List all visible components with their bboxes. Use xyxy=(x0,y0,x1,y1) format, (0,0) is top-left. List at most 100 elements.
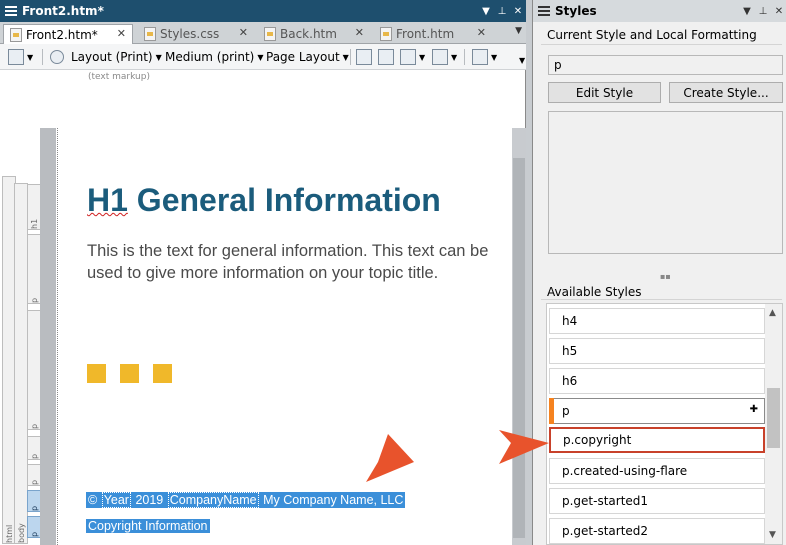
year-value: 2019 xyxy=(135,493,164,507)
structure-tag-p[interactable]: p xyxy=(27,234,41,304)
file-icon xyxy=(264,27,276,41)
available-styles-list[interactable]: h4 h5 h6 p ✚ p.copyright p.created-using-… xyxy=(546,303,783,545)
pin-icon[interactable]: ⊥ xyxy=(755,6,771,17)
toolbar-separator xyxy=(42,49,43,65)
current-style-label: Current Style and Local Formatting xyxy=(547,28,757,42)
tags-icon xyxy=(378,49,394,65)
pin-icon[interactable]: ✚ xyxy=(750,404,758,415)
available-styles-label: Available Styles xyxy=(547,285,642,299)
body-paragraph[interactable]: This is the text for general information… xyxy=(87,240,507,284)
toolbar-overflow-icon[interactable]: ▼ xyxy=(519,56,525,65)
decorative-square xyxy=(153,364,172,383)
zoom-button[interactable]: ▼ xyxy=(8,48,33,66)
callout-arrow-icon xyxy=(499,430,549,464)
tab-front[interactable]: Front.htm ✕ xyxy=(374,24,492,44)
menu-icon[interactable] xyxy=(0,0,22,22)
editor-title: Front2.htm* xyxy=(22,4,104,18)
layout-dropdown[interactable]: Layout (Print) ▼ xyxy=(50,48,162,66)
page-layout-label: Page Layout xyxy=(266,50,340,64)
structure-tag-body[interactable]: body xyxy=(14,183,28,544)
scrollbar-thumb[interactable] xyxy=(513,158,525,538)
close-icon[interactable]: ✕ xyxy=(510,6,526,17)
decorative-square xyxy=(120,364,139,383)
tab-label: Front.htm xyxy=(396,27,455,41)
show-tags-button[interactable] xyxy=(378,48,394,66)
page-view-button[interactable] xyxy=(356,48,372,66)
pin-icon[interactable]: ⊥ xyxy=(494,6,510,17)
copyright-info-text: Copyright Information xyxy=(88,519,208,533)
page-layout-dropdown[interactable]: Page Layout ▼ xyxy=(266,48,349,66)
toolbar-separator xyxy=(464,49,465,65)
editor-scrollbar[interactable] xyxy=(512,128,526,545)
heading-h1[interactable]: H1 General Information xyxy=(87,182,441,219)
copyright-footer-selected[interactable]: © Year 2019 CompanyName My Company Name,… xyxy=(86,492,406,508)
style-item-h6[interactable]: h6 xyxy=(549,368,765,394)
style-item-p-get-started2[interactable]: p.get-started2 xyxy=(549,518,765,544)
structure-tag-h1[interactable]: h1 xyxy=(27,184,41,230)
structure-tag-p[interactable]: p xyxy=(27,464,41,486)
current-style-field[interactable]: p xyxy=(548,55,783,75)
year-variable[interactable]: Year xyxy=(101,492,131,508)
style-item-p-current[interactable]: p ✚ xyxy=(549,398,765,424)
edit-style-button[interactable]: Edit Style xyxy=(548,82,661,103)
close-tab-icon[interactable]: ✕ xyxy=(239,26,248,39)
editor-toolbar: ▼ Layout (Print) ▼ Medium (print) ▼ Page L… xyxy=(0,44,526,70)
style-item-h4[interactable]: h4 xyxy=(549,308,765,334)
file-icon xyxy=(380,27,392,41)
close-tab-icon[interactable]: ✕ xyxy=(117,27,126,40)
structure-tag-p[interactable]: p xyxy=(27,436,41,460)
format-button[interactable]: ▼ xyxy=(472,48,497,66)
copyright-info-selected[interactable]: Copyright Information xyxy=(86,519,210,533)
style-item-p-created-using-flare[interactable]: p.created-using-flare xyxy=(549,458,765,484)
medium-label: Medium (print) xyxy=(165,50,255,64)
scrollbar-thumb[interactable] xyxy=(767,388,780,448)
tab-styles-css[interactable]: Styles.css ✕ xyxy=(138,24,254,44)
brush-icon xyxy=(50,50,64,64)
scroll-down-icon[interactable]: ▼ xyxy=(769,530,776,540)
dropdown-icon[interactable]: ▼ xyxy=(478,6,494,17)
styles-list-scrollbar[interactable]: ▲ ▼ xyxy=(765,304,782,544)
create-style-button[interactable]: Create Style... xyxy=(669,82,783,103)
image-icon xyxy=(400,49,416,65)
close-icon[interactable]: ✕ xyxy=(771,6,786,17)
splitter-grip-icon[interactable]: ▪▪ xyxy=(660,272,671,281)
page-margin xyxy=(40,128,56,545)
structure-tag-p-selected[interactable]: p xyxy=(27,490,41,512)
styles-title-bar: Styles ▼ ⊥ ✕ xyxy=(533,0,786,22)
tab-label: Front2.htm* xyxy=(26,27,98,42)
file-icon xyxy=(10,28,22,42)
callout-arrow-icon xyxy=(366,434,414,482)
chevron-down-icon: ▼ xyxy=(342,52,349,62)
style-item-h5[interactable]: h5 xyxy=(549,338,765,364)
tab-list-icon[interactable]: ▼ xyxy=(515,26,522,36)
dropdown-icon[interactable]: ▼ xyxy=(739,6,755,17)
menu-icon[interactable] xyxy=(533,0,555,22)
decorative-square xyxy=(87,364,106,383)
page-icon xyxy=(356,49,372,65)
company-name-variable[interactable]: CompanyName xyxy=(167,492,259,508)
image-button[interactable]: ▼ xyxy=(400,48,425,66)
chevron-down-icon: ▼ xyxy=(491,52,498,62)
editor-pane: Front2.htm* ▼ ⊥ ✕ Front2.htm* ✕ Styles.c… xyxy=(0,0,526,545)
tab-front2[interactable]: Front2.htm* ✕ xyxy=(3,24,133,44)
style-item-p-copyright[interactable]: p.copyright xyxy=(549,427,765,453)
copyright-symbol: © xyxy=(88,493,98,507)
scroll-up-icon[interactable]: ▲ xyxy=(769,308,776,318)
toolbar-separator xyxy=(350,49,351,65)
tab-back[interactable]: Back.htm ✕ xyxy=(258,24,370,44)
tab-label: Back.htm xyxy=(280,27,337,41)
close-tab-icon[interactable]: ✕ xyxy=(355,26,364,39)
styles-pane: Styles ▼ ⊥ ✕ Current Style and Local For… xyxy=(499,0,786,545)
document-tabs: Front2.htm* ✕ Styles.css ✕ Back.htm ✕ Fr… xyxy=(0,22,526,44)
local-formatting-box[interactable] xyxy=(548,111,783,254)
structure-tag-p-selected[interactable]: p xyxy=(27,516,41,538)
style-item-p-get-started1[interactable]: p.get-started1 xyxy=(549,488,765,514)
close-tab-icon[interactable]: ✕ xyxy=(477,26,486,39)
structure-tag-p[interactable]: p xyxy=(27,310,41,430)
zoom-icon xyxy=(8,49,24,65)
group-divider xyxy=(541,299,782,300)
app-window: Front2.htm* ▼ ⊥ ✕ Front2.htm* ✕ Styles.c… xyxy=(0,0,786,545)
styles-title: Styles xyxy=(555,4,597,18)
medium-dropdown[interactable]: Medium (print) ▼ xyxy=(165,48,264,66)
markers-button[interactable]: ▼ xyxy=(432,48,457,66)
